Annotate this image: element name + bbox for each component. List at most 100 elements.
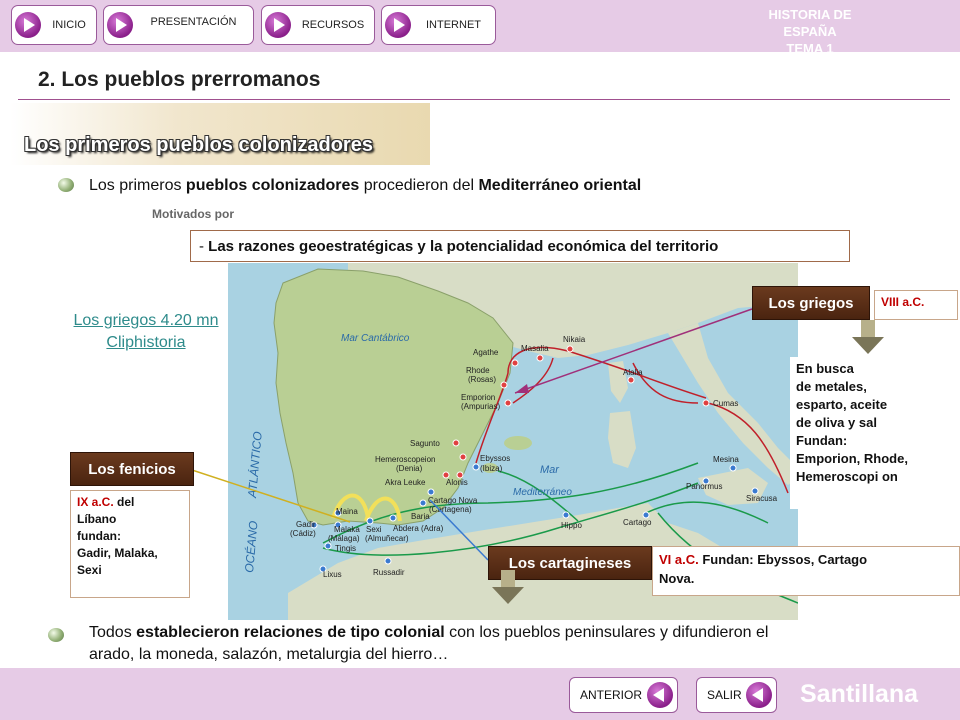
conclusion-bold: establecieron relaciones de tipo colonia… [136, 624, 445, 641]
section-banner: Los primeros pueblos colonizadores [10, 103, 430, 165]
intro-bold2: Mediterráneo oriental [478, 177, 642, 194]
marker-ebyssos [472, 463, 480, 471]
cartagineses-desc: Fundan: Ebyssos, Cartago [698, 552, 868, 567]
label-sexi: Sexi [366, 525, 382, 534]
nav-inicio-button[interactable]: INICIO [11, 5, 97, 45]
marker-abdera [389, 514, 397, 522]
label-almunecar: (Almuñecar) [365, 534, 409, 543]
nav-presentacion-label: PRESENTACIÓN [150, 16, 237, 28]
bullet-icon [48, 628, 64, 642]
griegos-date: VIII a.C. [881, 295, 925, 309]
label-panormus: Panormus [686, 482, 722, 491]
griegos-date-box: VIII a.C. [874, 290, 958, 320]
link-line2: Cliphistoria [106, 334, 186, 351]
label-cartago-nova: Cartago Nova [428, 496, 478, 505]
anterior-button[interactable]: ANTERIOR [569, 677, 678, 713]
griegos-down-arrow-icon [852, 320, 884, 354]
fenicios-desc-line: Gadir, Malaka, [77, 546, 158, 560]
griegos-desc-line: En busca [796, 361, 854, 376]
fenicios-desc-line: fundan: [77, 529, 121, 543]
nav-presentacion-button[interactable]: PRESENTACIÓN [103, 5, 254, 45]
fenicios-desc-line: Sexi [77, 563, 102, 577]
marker-cartago-nova [427, 488, 435, 496]
label-baria: Baria [411, 512, 430, 521]
griegos-desc-line: Fundan: [796, 433, 848, 448]
griegos-desc-line: esparto, aceite [796, 397, 888, 412]
cartagineses-down-arrow-icon [492, 570, 524, 604]
cartagineses-description: VI a.C. Fundan: Ebyssos, Cartago Nova. [652, 546, 960, 596]
label-russadir: Russadir [373, 568, 405, 577]
griegos-desc-line: Hemeroscopi on [796, 469, 898, 484]
back-arrow-icon [647, 682, 673, 708]
fenicios-date-rest: del [113, 495, 135, 509]
marker-tingis [324, 542, 332, 550]
cartagineses-desc2: Nova. [659, 571, 695, 586]
label-ampurias: (Ampurias) [461, 402, 500, 411]
fenicios-date: IX a.C. [77, 495, 114, 509]
label-cartagena: (Cartagena) [429, 505, 472, 514]
land-mallorca [504, 436, 532, 450]
bullet-icon [58, 178, 74, 192]
label-gadir: Gadir [296, 520, 316, 529]
griegos-desc-line: de oliva y sal [796, 415, 877, 430]
marker-rhode [500, 381, 508, 389]
label-malaka: Malaka [334, 525, 360, 534]
griegos-description: En busca de metales, esparto, aceite de … [790, 357, 960, 509]
label-alonis: Alonis [446, 478, 468, 487]
label-maina: Maina [336, 507, 358, 516]
label-lixus: Lixus [323, 570, 342, 579]
label-emporion: Emporion [461, 393, 495, 402]
marker-emporion [504, 399, 512, 407]
section-title: Los primeros pueblos colonizadores [24, 134, 373, 156]
intro-prefix: Los primeros [89, 177, 186, 194]
conclusion-prefix: Todos [89, 624, 137, 641]
back-arrow-icon [746, 682, 772, 708]
marker-mesina [729, 464, 737, 472]
griegos-video-link[interactable]: Los griegos 4.20 mn Cliphistoria [46, 310, 246, 354]
marker-russadir [384, 557, 392, 565]
marker-masalia [536, 354, 544, 362]
label-mediterraneo: Mediterráneo [513, 487, 572, 498]
intro-bold1: pueblos colonizadores [185, 177, 360, 194]
label-ibiza: (Ibiza) [480, 464, 503, 473]
label-cantabrico: Mar Cantábrico [341, 333, 410, 344]
label-ebyssos: Ebyssos [480, 454, 510, 463]
fenicios-description: IX a.C. del Líbano fundan: Gadir, Malaka… [70, 490, 190, 598]
reasons-box: - Las razones geoestratégicas y la poten… [190, 230, 850, 262]
salir-button[interactable]: SALIR [696, 677, 777, 713]
fenicios-tag: Los fenicios [70, 452, 194, 486]
play-icon [107, 12, 133, 38]
griegos-desc-line: de metales, [796, 379, 867, 394]
griegos-tag: Los griegos [752, 286, 870, 320]
nav-internet-label: INTERNET [426, 19, 481, 31]
conclusion-line2: arado, la moneda, salazón, metalurgia de… [89, 646, 449, 663]
marker-baria [419, 499, 427, 507]
nav-inicio-label: INICIO [52, 19, 86, 31]
marker-cumas [702, 399, 710, 407]
label-hippo: Hippo [561, 521, 582, 530]
course-brand: HISTORIA DE ESPAÑA TEMA 1 [760, 6, 860, 57]
label-siracusa: Siracusa [746, 494, 778, 503]
nav-recursos-label: RECURSOS [301, 19, 365, 31]
marker-sexi [366, 517, 374, 525]
reasons-dash: - [199, 237, 209, 255]
cartagineses-date: VI a.C. [659, 552, 699, 567]
label-rosas: (Rosas) [468, 375, 496, 384]
anterior-label: ANTERIOR [580, 688, 643, 702]
label-mesina: Mesina [713, 455, 739, 464]
intro-middle: procedieron del [359, 177, 479, 194]
marker-hippo [562, 511, 570, 519]
nav-recursos-button[interactable]: RECURSOS [261, 5, 375, 45]
play-icon [265, 12, 291, 38]
brand-line1: HISTORIA DE ESPAÑA [768, 7, 852, 39]
marker-sagunto [452, 439, 460, 447]
nav-internet-button[interactable]: INTERNET [381, 5, 496, 45]
play-icon [15, 12, 41, 38]
griegos-desc-line: Emporion, Rhode, [796, 451, 908, 466]
motivados-label: Motivados por [152, 207, 235, 221]
santillana-logo: Santillana [800, 680, 919, 708]
label-malaga: (Málaga) [328, 534, 360, 543]
label-sagunto: Sagunto [410, 439, 440, 448]
label-cartago: Cartago [623, 518, 652, 527]
label-alalia: Alalia [623, 368, 643, 377]
